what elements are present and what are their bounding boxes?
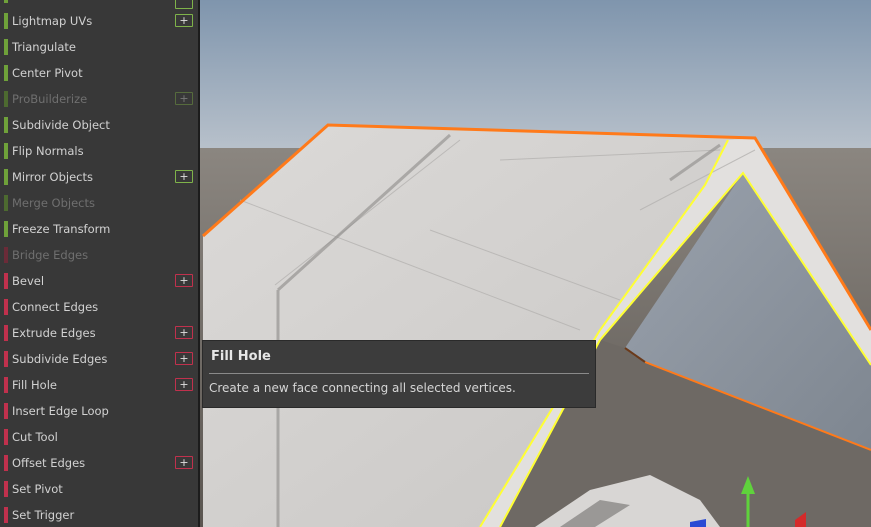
tool-label: Set Pivot	[12, 482, 63, 496]
tool-label: Set Trigger	[12, 508, 75, 522]
tool-probuilderize-button[interactable]: ProBuilderize +	[0, 86, 198, 112]
tool-label: Merge Objects	[12, 196, 95, 210]
tool-bevel-button[interactable]: Bevel +	[0, 268, 198, 294]
tool-flip-normals-button[interactable]: Flip Normals	[0, 138, 198, 164]
tool-label: Cut Tool	[12, 430, 58, 444]
category-color-stripe	[4, 273, 8, 289]
category-color-stripe	[4, 299, 8, 315]
tool-options-plus-icon[interactable]: +	[175, 274, 193, 287]
tool-label: Bridge Edges	[12, 248, 89, 262]
tool-subdivide-object-button[interactable]: Subdivide Object	[0, 112, 198, 138]
tool-label: Fill Hole	[12, 378, 57, 392]
category-color-stripe	[4, 377, 8, 393]
tooltip-divider	[209, 373, 589, 374]
tool-extrude-edges-button[interactable]: Extrude Edges +	[0, 320, 198, 346]
scene-render	[200, 0, 871, 527]
tool-label: Offset Edges	[12, 456, 86, 470]
tool-options-plus-icon[interactable]: +	[175, 456, 193, 469]
tool-label: Insert Edge Loop	[12, 404, 109, 418]
tool-label: Flip Normals	[12, 144, 84, 158]
tool-bridge-edges-button[interactable]: Bridge Edges	[0, 242, 198, 268]
category-color-stripe	[4, 325, 8, 341]
category-color-stripe	[4, 91, 8, 107]
tool-center-pivot-button[interactable]: Center Pivot	[0, 60, 198, 86]
tool-label: Freeze Transform	[12, 222, 111, 236]
tool-label: Subdivide Object	[12, 118, 110, 132]
tool-label: Lightmap UVs	[12, 14, 93, 28]
category-color-stripe	[4, 169, 8, 185]
tool-label: Connect Edges	[12, 300, 99, 314]
tool-label: Bevel	[12, 274, 45, 288]
category-color-stripe	[4, 403, 8, 419]
category-color-stripe	[4, 351, 8, 367]
tool-options-plus-icon[interactable]: +	[175, 170, 193, 183]
tool-merge-objects-button[interactable]: Merge Objects	[0, 190, 198, 216]
category-color-stripe	[4, 247, 8, 263]
category-color-stripe	[4, 143, 8, 159]
tool-label: Triangulate	[12, 40, 77, 54]
tool-subdivide-edges-button[interactable]: Subdivide Edges +	[0, 346, 198, 372]
category-color-stripe	[4, 429, 8, 445]
category-color-stripe	[4, 455, 8, 471]
tool-cut-tool-button[interactable]: Cut Tool	[0, 424, 198, 450]
tool-label: Subdivide Edges	[12, 352, 108, 366]
tool-mirror-objects-button[interactable]: Mirror Objects +	[0, 164, 198, 190]
tool-options-plus-icon[interactable]: +	[175, 14, 193, 27]
category-color-stripe	[4, 117, 8, 133]
tool-lightmap-uvs-button[interactable]: Lightmap UVs +	[0, 8, 198, 34]
tooltip-title: Fill Hole	[211, 349, 271, 364]
tool-set-trigger-button[interactable]: Set Trigger	[0, 502, 198, 527]
category-color-stripe	[4, 507, 8, 523]
category-color-stripe	[4, 65, 8, 81]
tool-label: Extrude Edges	[12, 326, 96, 340]
category-color-stripe	[4, 481, 8, 497]
tool-row-partial	[0, 0, 198, 9]
tool-fill-hole-button[interactable]: Fill Hole +	[0, 372, 198, 398]
scene-viewport[interactable]	[200, 0, 871, 527]
tool-insert-edge-loop-button[interactable]: Insert Edge Loop	[0, 398, 198, 424]
category-color-stripe	[4, 39, 8, 55]
tool-set-pivot-button[interactable]: Set Pivot	[0, 476, 198, 502]
category-color-stripe	[4, 195, 8, 211]
tool-options-plus-icon[interactable]: +	[175, 352, 193, 365]
category-color-stripe	[4, 221, 8, 237]
tool-options-plus-icon[interactable]: +	[175, 378, 193, 391]
tooltip: Fill Hole Create a new face connecting a…	[203, 341, 595, 407]
tooltip-description: Create a new face connecting all selecte…	[209, 381, 516, 395]
tool-freeze-transform-button[interactable]: Freeze Transform	[0, 216, 198, 242]
tool-options-plus-icon[interactable]: +	[175, 92, 193, 105]
tool-triangulate-button[interactable]: Triangulate	[0, 34, 198, 60]
category-color-stripe	[4, 13, 8, 29]
tool-offset-edges-button[interactable]: Offset Edges +	[0, 450, 198, 476]
tool-label: Mirror Objects	[12, 170, 93, 184]
tool-options-plus-icon[interactable]: +	[175, 326, 193, 339]
probuilder-tool-panel: Lightmap UVs + Triangulate Center Pivot ProB…	[0, 0, 200, 527]
tool-label: Center Pivot	[12, 66, 83, 80]
tool-connect-edges-button[interactable]: Connect Edges	[0, 294, 198, 320]
tool-label: ProBuilderize	[12, 92, 88, 106]
